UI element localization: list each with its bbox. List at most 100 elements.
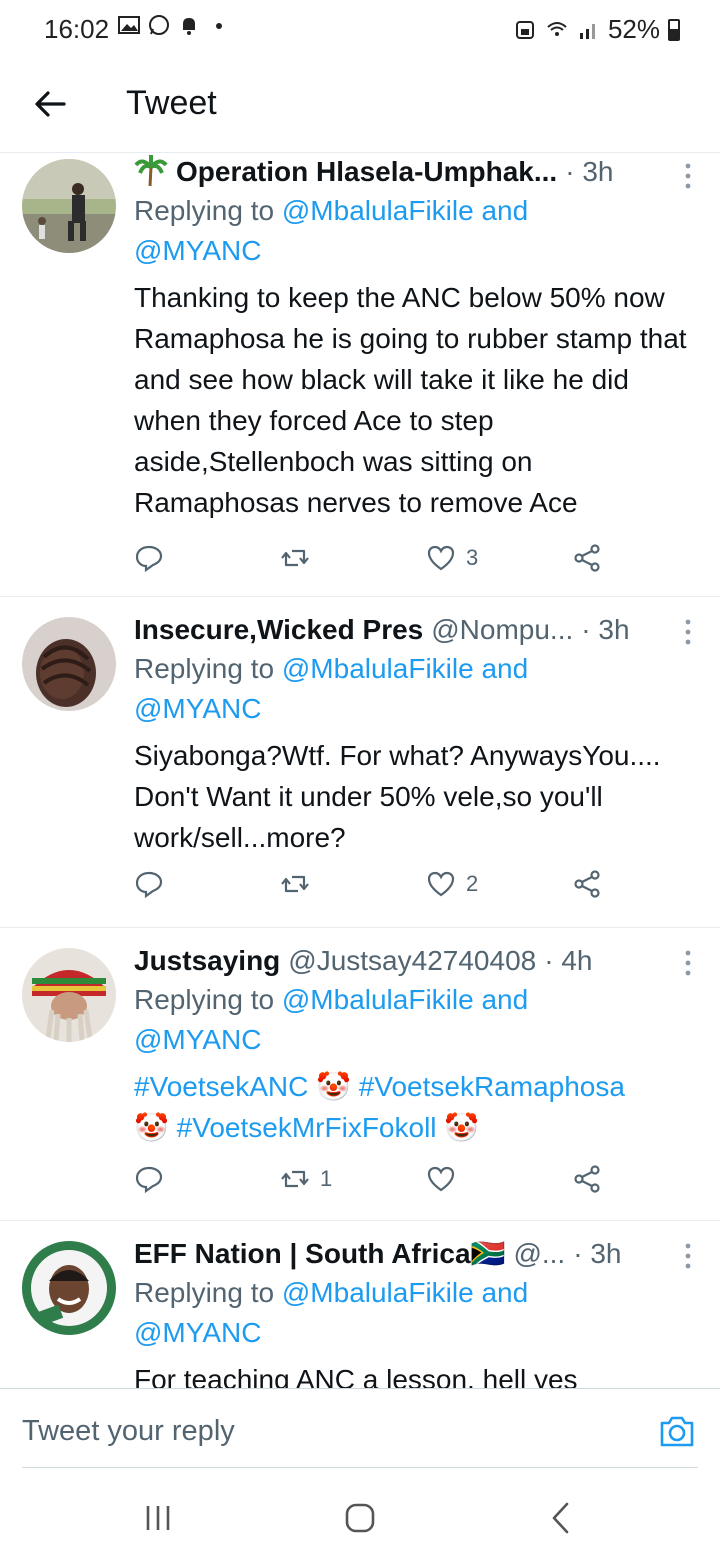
replying-to: Replying to @MbalulaFikile and @MYANC	[134, 653, 529, 724]
avatar-image	[22, 159, 116, 253]
input-underline	[22, 1467, 698, 1468]
app-header: Tweet	[0, 60, 720, 153]
share-button[interactable]	[572, 869, 602, 899]
tweet-time: · 3h	[581, 614, 630, 645]
avatar-image	[22, 948, 116, 1042]
like-count: 3	[466, 545, 479, 570]
tweet-header: Justsaying @Justsay42740408 · 4h	[134, 942, 692, 980]
bell-icon	[183, 18, 195, 35]
reply-input[interactable]: Tweet your reply	[22, 1415, 235, 1448]
tweet-item[interactable]: Insecure,Wicked Pres @Nompu... · 3h Repl…	[0, 597, 720, 928]
recents-icon[interactable]	[138, 1498, 178, 1538]
mention-link[interactable]: @MbalulaFikile	[282, 195, 474, 226]
mention-link[interactable]: @MYANC	[134, 1024, 261, 1055]
tweet-text: Siyabonga?Wtf. For what? AnywaysYou.... …	[134, 740, 661, 853]
mention-link[interactable]: @MbalulaFikile	[282, 1277, 474, 1308]
like-count: 2	[466, 871, 479, 896]
tweet-time: · 4h	[544, 945, 593, 976]
share-icon	[574, 1165, 600, 1193]
like-icon	[427, 545, 455, 571]
tweet-actions: 2	[134, 869, 614, 905]
like-icon	[427, 871, 455, 897]
author-name[interactable]: Insecure,Wicked Pres	[134, 611, 423, 649]
reply-button[interactable]	[134, 543, 164, 573]
author-handle: @Nompu...	[431, 614, 574, 645]
like-button[interactable]: 3	[426, 543, 478, 573]
tweet-item[interactable]: EFF Nation | South Africa 🇿🇦 @... · 3h R…	[0, 1221, 720, 1388]
south-africa-flag-icon: 🇿🇦	[470, 1238, 506, 1269]
tweet-item[interactable]: Justsaying @Justsay42740408 · 4h Replyin…	[0, 928, 720, 1221]
replying-to: Replying to @MbalulaFikile and @MYANC	[134, 984, 529, 1055]
mention-link[interactable]: @MYANC	[134, 1317, 261, 1348]
home-icon[interactable]	[340, 1498, 380, 1538]
hashtag-link[interactable]: #VoetsekMrFixFokoll	[177, 1112, 437, 1143]
tweet-item[interactable]: Operation Hlasela-Umphak... · 3h Replyin…	[0, 153, 720, 597]
battery-icon	[668, 18, 680, 41]
wifi-icon	[547, 21, 567, 36]
retweet-icon	[281, 1170, 309, 1188]
clown-emoji: 🤡	[134, 1112, 169, 1143]
share-icon	[574, 544, 600, 572]
more-vert-icon[interactable]	[682, 617, 694, 647]
mention-link[interactable]: @MYANC	[134, 235, 261, 266]
back-icon[interactable]	[542, 1498, 582, 1538]
reply-icon	[135, 545, 163, 573]
gallery-icon	[118, 16, 140, 34]
like-button[interactable]: 2	[426, 869, 478, 899]
hashtag-link[interactable]: #VoetsekANC	[134, 1071, 308, 1102]
back-arrow-icon[interactable]	[30, 84, 70, 124]
tweet-text: For teaching ANC a lesson, hell yes	[134, 1364, 578, 1388]
retweet-button[interactable]: 1	[280, 1164, 332, 1194]
more-vert-icon[interactable]	[682, 948, 694, 978]
mention-link[interactable]: @MbalulaFikile	[282, 653, 474, 684]
share-icon	[574, 870, 600, 898]
clown-emoji: 🤡	[316, 1071, 351, 1102]
status-time: 16:02	[44, 14, 110, 44]
notification-icons	[118, 14, 230, 36]
like-button[interactable]	[426, 1164, 466, 1194]
reply-button[interactable]	[134, 1164, 164, 1194]
tweet-time: · 3h	[565, 156, 614, 187]
tweet-header: EFF Nation | South Africa 🇿🇦 @... · 3h	[134, 1235, 692, 1273]
tweet-time: · 3h	[573, 1238, 622, 1269]
share-button[interactable]	[572, 543, 602, 573]
author-name[interactable]: Justsaying	[134, 942, 280, 980]
palm-tree-icon	[134, 155, 168, 187]
share-button[interactable]	[572, 1164, 602, 1194]
avatar[interactable]	[22, 948, 116, 1042]
signal-icon	[579, 23, 595, 39]
more-vert-icon[interactable]	[682, 161, 694, 191]
avatar-image	[22, 1241, 116, 1335]
retweet-icon	[281, 549, 309, 567]
more-vert-icon[interactable]	[682, 1241, 694, 1271]
status-bar: 16:02 52%	[0, 0, 720, 60]
avatar-image	[22, 617, 116, 711]
avatar[interactable]	[22, 617, 116, 711]
reply-icon	[135, 1166, 163, 1194]
avatar[interactable]	[22, 1241, 116, 1335]
retweet-button[interactable]	[280, 869, 320, 899]
mention-link[interactable]: @MYANC	[134, 693, 261, 724]
mention-link[interactable]: @MbalulaFikile	[282, 984, 474, 1015]
author-name[interactable]: EFF Nation | South Africa	[134, 1235, 471, 1273]
clown-emoji: 🤡	[444, 1112, 480, 1143]
like-icon	[427, 1166, 455, 1192]
author-name[interactable]: Operation Hlasela-Umphak...	[176, 153, 557, 191]
author-handle: @...	[513, 1238, 566, 1269]
replying-to: Replying to @MbalulaFikile and @MYANC	[134, 1277, 529, 1348]
retweet-button[interactable]	[280, 543, 320, 573]
whatsapp-icon	[149, 15, 169, 35]
tweet-actions: 1	[134, 1164, 614, 1200]
tweet-text: Thanking to keep the ANC below 50% now R…	[134, 282, 687, 518]
system-status: 52%	[514, 14, 680, 45]
reply-icon	[135, 871, 163, 899]
author-handle: @Justsay42740408	[288, 945, 537, 976]
replying-to: Replying to @MbalulaFikile and @MYANC	[134, 195, 529, 266]
hashtag-link[interactable]: #VoetsekRamaphosa	[359, 1071, 625, 1102]
retweet-icon	[281, 875, 309, 893]
tweet-header: Operation Hlasela-Umphak... · 3h	[134, 153, 692, 191]
camera-icon[interactable]	[658, 1413, 696, 1449]
reply-button[interactable]	[134, 869, 164, 899]
system-nav-bar	[0, 1470, 720, 1560]
avatar[interactable]	[22, 159, 116, 253]
